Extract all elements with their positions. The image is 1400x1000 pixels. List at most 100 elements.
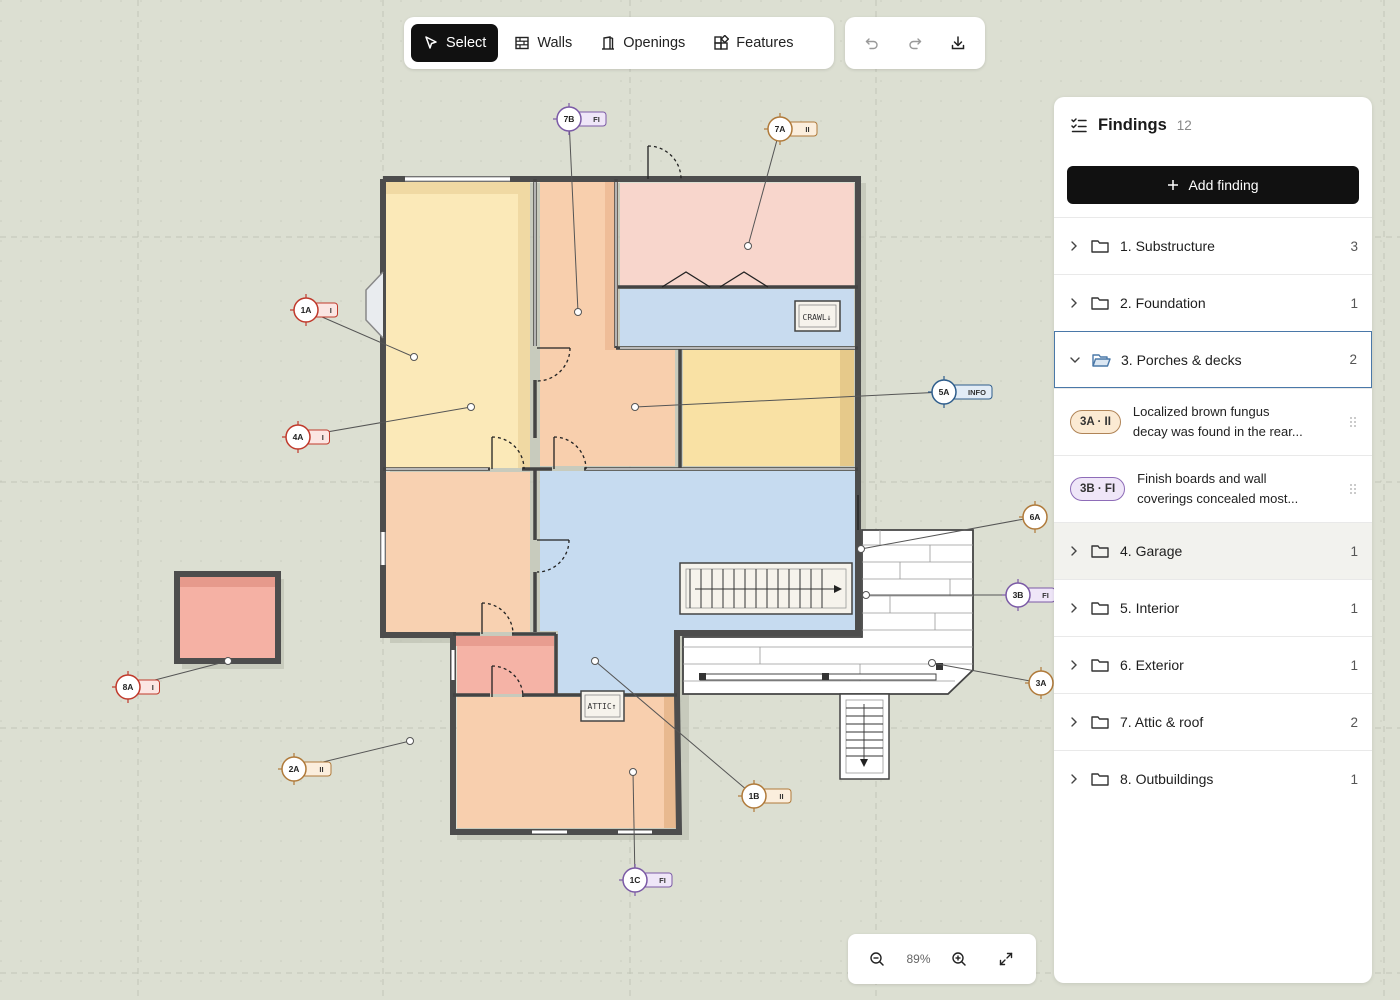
finding-item-3b[interactable]: 3B · FI Finish boards and wall coverings… [1054,455,1372,522]
chevron-right-icon [1071,241,1077,251]
marker-anchor[interactable] [631,403,639,411]
expand-icon [1000,952,1013,966]
marker-id: 1A [301,305,312,315]
marker-anchor[interactable] [857,545,865,553]
marker-id: 7B [564,114,575,124]
category-porches-decks[interactable]: 3. Porches & decks 2 [1054,331,1372,388]
checklist-icon [1071,118,1087,133]
tool-walls-label: Walls [537,35,573,51]
category-count: 2 [1349,352,1357,367]
marker-anchor[interactable] [574,308,582,316]
room-bedroom-top [620,183,854,286]
tool-openings-label: Openings [623,35,686,51]
category-outbuildings[interactable]: 8. Outbuildings 1 [1054,750,1372,807]
room-west [386,472,530,632]
chevron-right-icon [1071,717,1077,727]
marker-anchor[interactable] [467,403,475,411]
marker-anchor[interactable] [744,242,752,250]
category-substructure[interactable]: 1. Substructure 3 [1054,217,1372,274]
severity-tag-label: INFO [968,388,986,397]
tool-features-label: Features [736,35,794,51]
add-finding-button[interactable]: Add finding [1067,166,1359,204]
download-button[interactable] [940,25,976,61]
finding-summary: Localized brown fungus decay was found i… [1133,402,1336,442]
zoom-controls: 89% [848,934,1036,984]
undo-icon [866,38,879,50]
finding-summary: Finish boards and wall coverings conceal… [1137,469,1336,509]
chevron-right-icon [1071,660,1077,670]
folder-icon [1091,297,1109,310]
marker-anchor[interactable] [410,353,418,361]
folder-open-icon [1092,353,1111,367]
download-icon [951,36,964,50]
marker-id: 5A [939,387,950,397]
chevron-down-icon [1070,356,1080,363]
room-south [457,697,676,828]
chevron-right-icon [1071,603,1077,613]
severity-tag-label: I [322,433,324,442]
tool-features[interactable]: Features [701,24,805,62]
deck-stairs[interactable] [839,693,890,780]
finding-line: decay was found in the rear... [1132,424,1303,439]
category-foundation[interactable]: 2. Foundation 1 [1054,274,1372,331]
marker-anchor[interactable] [928,659,936,667]
folder-icon [1091,545,1109,558]
findings-header: Findings 12 [1054,97,1372,153]
category-attic-roof[interactable]: 7. Attic & roof 2 [1054,693,1372,750]
undo-button[interactable] [854,25,890,61]
redo-icon [909,38,922,50]
findings-count: 12 [1176,117,1192,133]
interior-stairs[interactable] [679,562,853,615]
tool-toolbar: Select Walls Openings Features [404,17,834,69]
redo-button[interactable] [897,25,933,61]
marker-anchor[interactable] [406,737,414,745]
category-label: 7. Attic & roof [1120,714,1204,730]
category-label: 3. Porches & decks [1121,351,1242,368]
severity-tag-label: I [330,306,332,315]
finding-badge: 3B · FI [1070,477,1126,501]
category-list: 1. Substructure 3 2. Foundation 1 3. Por… [1054,217,1372,807]
chevron-right-icon [1071,774,1077,784]
history-toolbar [845,17,985,69]
findings-title: Findings [1098,115,1167,134]
marker-id: 7A [775,124,786,134]
tool-walls[interactable]: Walls [502,24,584,62]
drag-handle-icon[interactable] [1348,482,1358,496]
zoom-in-button[interactable] [941,941,977,977]
marker-anchor[interactable] [224,657,232,665]
finding-item-3a[interactable]: 3A · II Localized brown fungus decay was… [1054,388,1372,455]
drag-handle-icon[interactable] [1348,415,1358,429]
zoom-in-icon [952,952,967,966]
marker-id: 8A [123,682,134,692]
marker-id: 3A [1036,678,1047,688]
tool-select[interactable]: Select [411,24,499,62]
features-icon [714,35,730,50]
category-label: 5. Interior [1120,600,1180,616]
marker-id: 6A [1030,512,1041,522]
finding-line: Localized brown fungus [1132,404,1270,419]
marker-anchor[interactable] [862,591,870,599]
category-exterior[interactable]: 6. Exterior 1 [1054,636,1372,693]
tool-openings[interactable]: Openings [588,24,697,62]
door-icon [602,36,615,50]
marker-id: 4A [293,432,304,442]
marker-anchor[interactable] [591,657,599,665]
marker-id: 3B [1013,590,1024,600]
severity-tag-label: I [152,683,154,692]
outbuilding[interactable] [174,571,284,669]
category-count: 1 [1350,657,1358,673]
category-count: 2 [1350,714,1358,730]
folder-icon [1091,240,1109,253]
tool-select-label: Select [446,35,487,51]
marker-anchor[interactable] [629,768,637,776]
folder-icon [1091,602,1109,615]
category-garage[interactable]: 4. Garage 1 [1054,522,1372,579]
marker-id: 1B [749,791,760,801]
fit-view-button[interactable] [988,941,1024,977]
zoom-out-button[interactable] [859,941,895,977]
severity-tag-label: FI [1042,591,1049,600]
category-label: 6. Exterior [1120,657,1184,673]
room-living [386,182,530,468]
findings-panel: Findings 12 Add finding 1. Substructure … [1054,97,1372,983]
category-interior[interactable]: 5. Interior 1 [1054,579,1372,636]
